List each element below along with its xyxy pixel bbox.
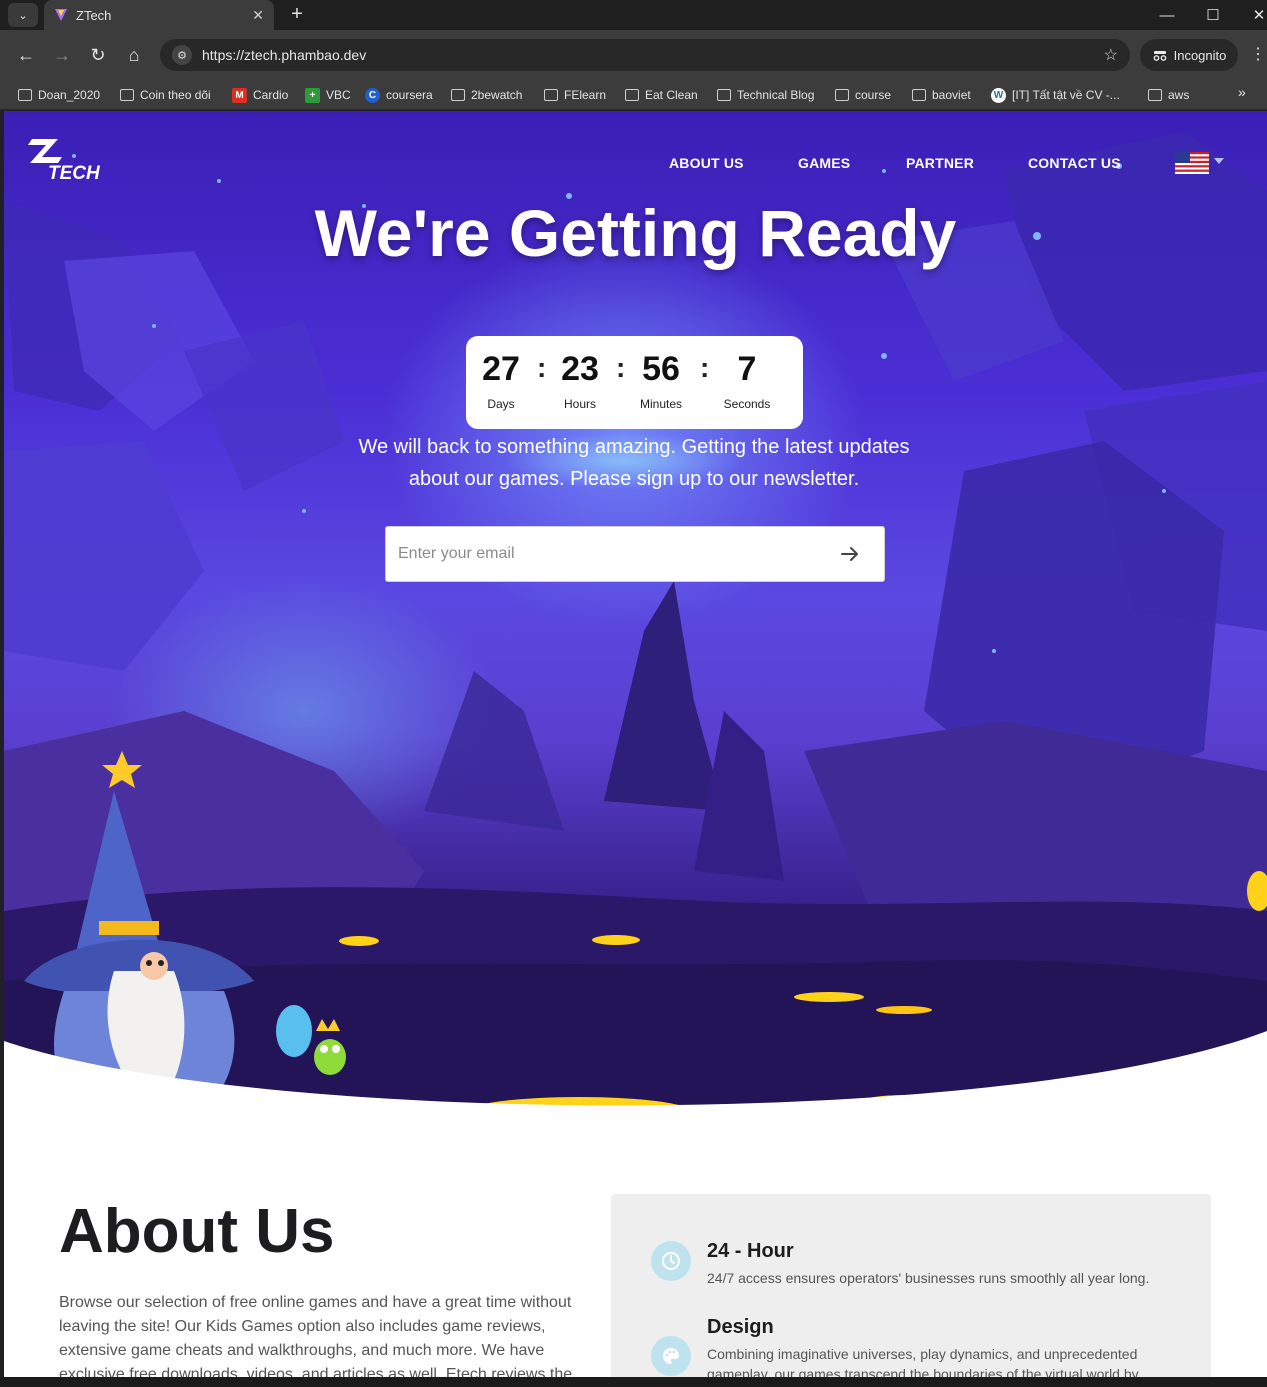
countdown-timer: 27 Days : 23 Hours : 56 Minutes : 7 Seco… <box>466 336 803 429</box>
countdown-days-label: Days <box>487 397 515 411</box>
incognito-icon <box>1153 51 1167 61</box>
browser-tab[interactable]: ZTech ✕ <box>44 0 274 30</box>
hero-section: TECH ABOUT US GAMES PARTNER CONTACT US W… <box>4 111 1267 1123</box>
us-flag-icon[interactable] <box>1175 152 1209 174</box>
palette-icon <box>651 1336 691 1376</box>
hero-title: We're Getting Ready <box>314 196 957 270</box>
coursera-icon: C <box>365 87 380 103</box>
reload-icon[interactable]: ↻ <box>86 43 110 67</box>
countdown-hours: 23 <box>561 350 599 388</box>
tab-close-icon[interactable]: ✕ <box>252 7 264 24</box>
back-icon[interactable]: ← <box>14 43 38 67</box>
feature-title: Design <box>707 1316 774 1338</box>
countdown-seconds: 7 <box>737 350 757 388</box>
browser-menu-icon[interactable]: ⋮ <box>1250 44 1266 64</box>
nav-games[interactable]: GAMES <box>798 155 850 171</box>
about-title: About Us <box>59 1197 335 1266</box>
bookmark-2bewatch[interactable]: 2bewatch <box>451 86 522 104</box>
url-text[interactable]: https://ztech.phambao.dev <box>202 47 1104 63</box>
feature-title: 24 - Hour <box>707 1240 794 1262</box>
bookmark-vbc[interactable]: + VBC <box>305 86 351 104</box>
bookmark-felearn[interactable]: FElearn <box>544 86 606 104</box>
bookmark-baoviet[interactable]: baoviet <box>912 86 971 104</box>
incognito-label: Incognito <box>1173 47 1227 63</box>
minimize-icon[interactable]: — <box>1144 0 1190 30</box>
hero-subtitle: We will back to something amazing. Getti… <box>334 431 934 495</box>
bookmark-eat-clean[interactable]: Eat Clean <box>625 86 698 104</box>
page-viewport: TECH ABOUT US GAMES PARTNER CONTACT US W… <box>4 111 1267 1377</box>
about-text: Browse our selection of free online game… <box>59 1294 573 1377</box>
folder-icon <box>625 89 639 101</box>
nav-partner[interactable]: PARTNER <box>906 155 974 171</box>
new-tab-button[interactable]: + <box>286 3 308 25</box>
arrow-right-icon[interactable] <box>838 542 862 566</box>
forward-icon[interactable]: → <box>50 43 74 67</box>
countdown-separator: : <box>616 352 626 383</box>
bookmark-course[interactable]: course <box>835 86 891 104</box>
maximize-icon[interactable]: ☐ <box>1190 0 1236 30</box>
site-info-icon[interactable]: ⚙ <box>172 45 192 65</box>
countdown-minutes: 56 <box>642 350 680 388</box>
countdown-separator: : <box>700 352 710 383</box>
plus-favicon: + <box>305 87 320 103</box>
ztech-logo[interactable]: TECH <box>28 135 108 183</box>
gmail-icon: M <box>232 87 247 103</box>
countdown-seconds-label: Seconds <box>723 397 771 411</box>
tab-title: ZTech <box>76 7 112 23</box>
bookmark-coin-theo-doi[interactable]: Coin theo dõi <box>120 86 211 104</box>
features-panel: 24 - Hour 24/7 access ensures operators'… <box>611 1194 1211 1377</box>
bookmark-coursera[interactable]: Ccoursera <box>365 86 433 104</box>
folder-icon <box>1148 89 1162 101</box>
countdown-hours-label: Hours <box>563 397 596 411</box>
nav-contact-us[interactable]: CONTACT US <box>1028 155 1121 171</box>
more-bookmarks-icon[interactable]: » <box>1238 84 1246 100</box>
bookmark-star-icon[interactable]: ☆ <box>1104 45 1118 65</box>
hero-subtitle-line-1: We will back to something amazing. Getti… <box>358 436 910 458</box>
tab-strip: ⌄ ZTech ✕ + — ☐ ✕ <box>0 0 1267 30</box>
countdown-days: 27 <box>482 350 520 388</box>
browser-toolbar: ← → ↻ ⌂ ⚙ https://ztech.phambao.dev ☆ In… <box>0 30 1267 80</box>
hero-subtitle-line-2: about our games. Please sign up to our n… <box>408 468 860 490</box>
bookmark-cardio[interactable]: M Cardio <box>232 86 288 104</box>
tab-search-button[interactable]: ⌄ <box>8 3 38 27</box>
bookmark-doan-2020[interactable]: Doan_2020 <box>18 86 100 104</box>
folder-icon <box>912 89 926 101</box>
language-dropdown-icon[interactable] <box>1214 158 1224 164</box>
bookmark-aws[interactable]: aws <box>1148 86 1189 104</box>
newsletter-form <box>385 526 885 582</box>
folder-icon <box>120 89 134 101</box>
home-icon[interactable]: ⌂ <box>122 43 146 67</box>
taskbar-edge <box>0 1377 1267 1387</box>
countdown-minutes-label: Minutes <box>639 397 683 411</box>
bookmark-technical-blog[interactable]: Technical Blog <box>717 86 814 104</box>
address-bar[interactable]: ⚙ https://ztech.phambao.dev ☆ <box>160 39 1130 71</box>
folder-icon <box>717 89 731 101</box>
clock-icon <box>651 1241 691 1281</box>
incognito-badge[interactable]: Incognito <box>1140 39 1238 71</box>
nav-about-us[interactable]: ABOUT US <box>669 155 744 171</box>
folder-icon <box>835 89 849 101</box>
feature-description: 24/7 access ensures operators' businesse… <box>707 1270 1150 1286</box>
wordpress-icon: W <box>991 87 1006 103</box>
folder-icon <box>18 89 32 101</box>
email-input[interactable] <box>398 527 818 581</box>
folder-icon <box>544 89 558 101</box>
bookmark-it-cv[interactable]: W [IT] Tất tật về CV -... <box>991 86 1120 104</box>
window-close-icon[interactable]: ✕ <box>1236 0 1267 30</box>
hero-curve-divider <box>4 1031 1267 1123</box>
ztech-favicon <box>55 9 67 21</box>
bookmarks-bar: Doan_2020 Coin theo dõi M Cardio + VBC Cco… <box>0 80 1267 110</box>
svg-text:TECH: TECH <box>48 163 101 183</box>
folder-icon <box>451 89 465 101</box>
feature-description: Combining imaginative universes, play dy… <box>707 1346 1139 1377</box>
